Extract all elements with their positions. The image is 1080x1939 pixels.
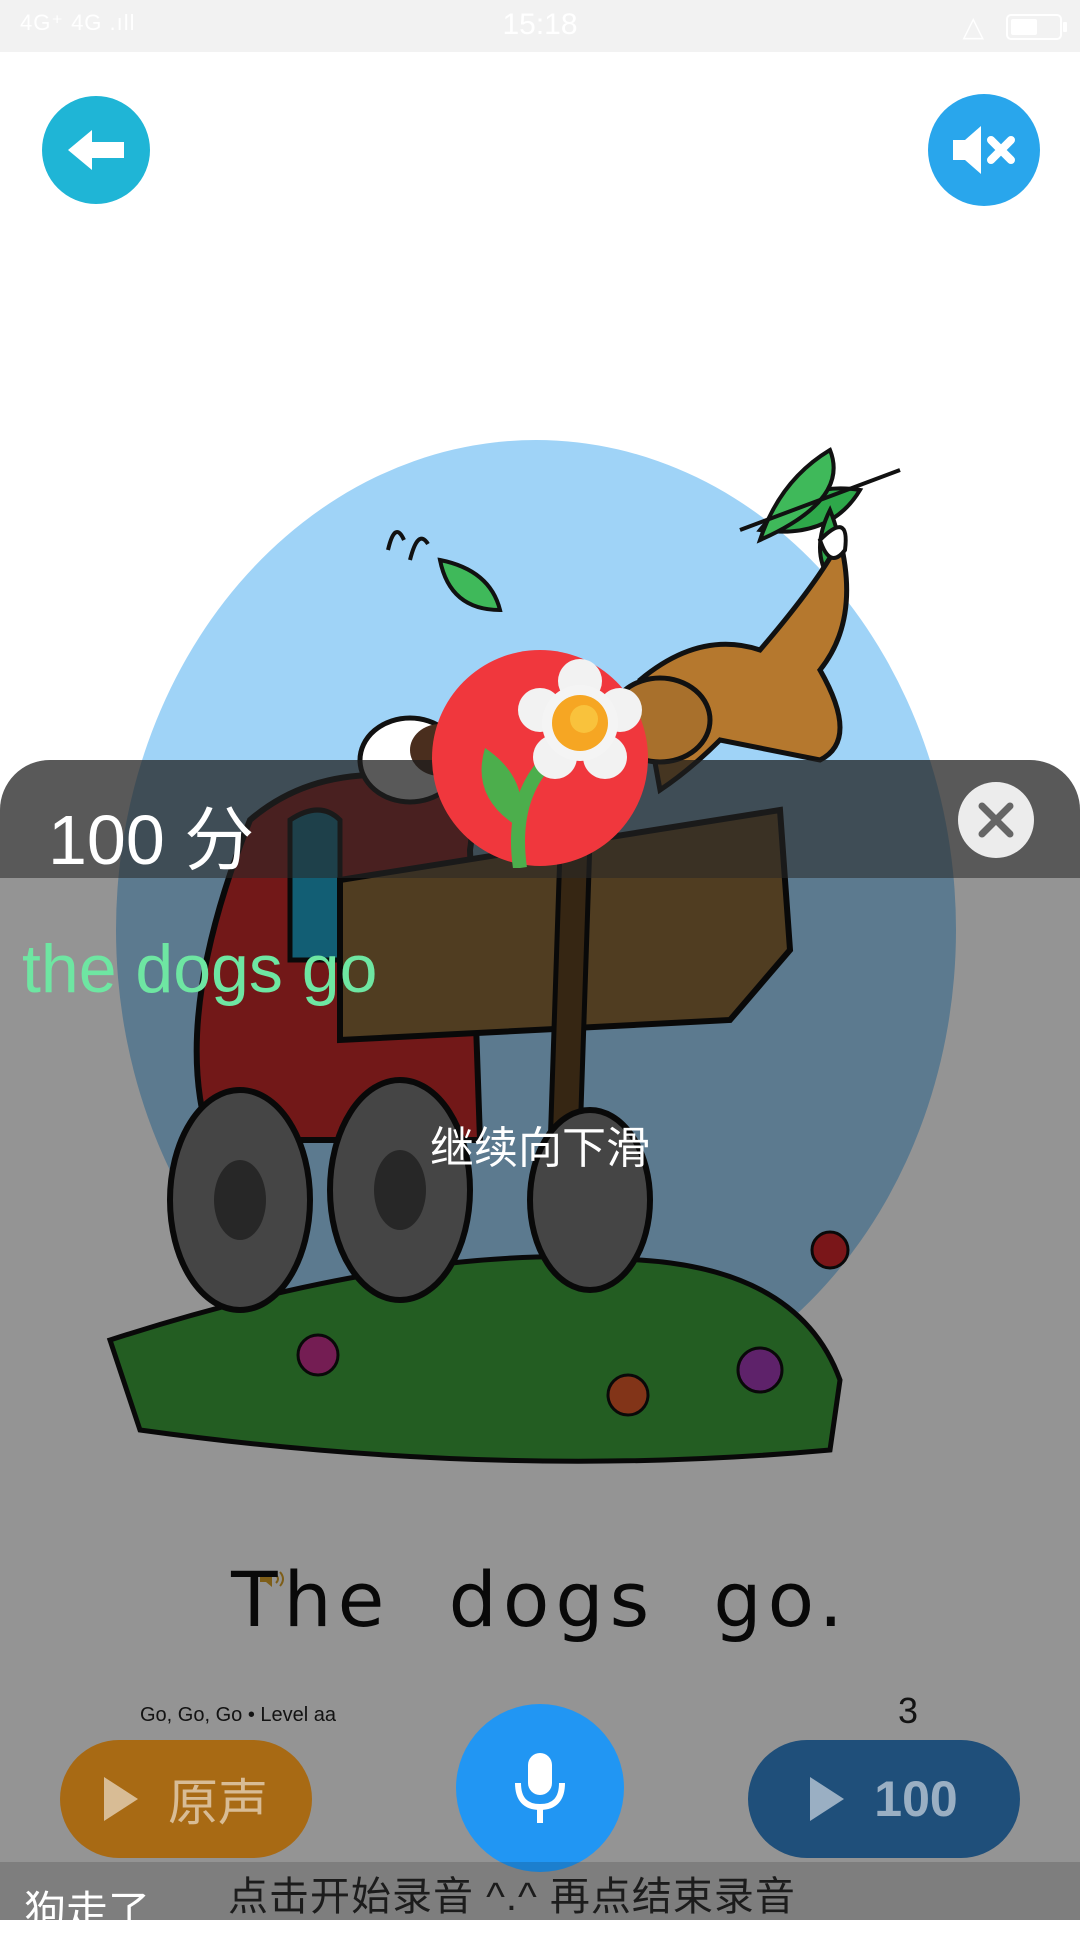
record-button[interactable] (456, 1704, 624, 1872)
bell-muted-icon: △ (962, 11, 984, 42)
my-recording-score: 100 (874, 1771, 958, 1827)
record-hint: 点击开始录音 ^.^ 再点结束录音 (228, 1875, 796, 1919)
close-button[interactable] (958, 782, 1034, 858)
status-clock: 15:18 (502, 8, 578, 41)
play-icon (104, 1777, 138, 1821)
close-icon (978, 802, 1014, 838)
recognized-text: the dogs go (22, 931, 378, 1007)
swipe-hint: 继续向下滑 (430, 1124, 650, 1173)
arrow-left-icon (68, 130, 124, 170)
original-voice-button[interactable]: 原声 (60, 1740, 312, 1858)
my-recording-button[interactable]: 100 (748, 1740, 1020, 1858)
mute-button[interactable] (928, 94, 1040, 206)
translation-text: 狗走了 (24, 1888, 151, 1935)
back-button[interactable] (42, 96, 150, 204)
speaker-mute-icon (953, 126, 1015, 174)
status-bar: 4G⁺ 4G .ıll 15:18 △ (0, 0, 1080, 52)
play-icon (810, 1777, 845, 1821)
original-voice-label: 原声 (168, 1775, 268, 1831)
score-text: 100 分 (48, 801, 255, 879)
flower-badge-icon (432, 650, 648, 868)
battery-icon (1006, 14, 1067, 40)
microphone-icon (515, 1753, 565, 1823)
